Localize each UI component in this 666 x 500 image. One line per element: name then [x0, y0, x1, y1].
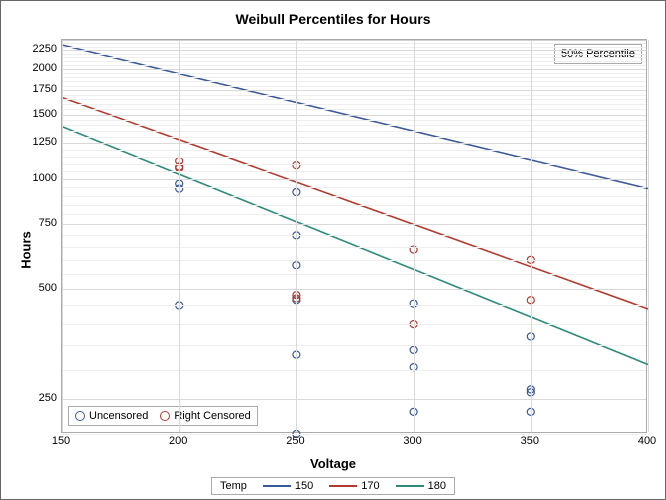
x-tick: 250	[286, 435, 304, 447]
point-legend: Uncensored Right Censored	[68, 406, 258, 426]
x-axis-ticks: 150200250300350400	[61, 435, 647, 449]
series-line	[62, 45, 648, 189]
x-tick: 300	[403, 435, 421, 447]
legend-item: Uncensored	[75, 410, 148, 422]
legend-item: Right Censored	[160, 410, 250, 422]
legend-title: Temp	[220, 480, 247, 492]
line-legend: Temp 150 170 180	[211, 477, 455, 495]
x-tick: 200	[169, 435, 187, 447]
legend-item: 150	[261, 480, 313, 492]
chart-title: Weibull Percentiles for Hours	[1, 1, 665, 27]
y-axis-ticks: 250 500 750 1000 1250 1500 1750 2000 2250	[21, 39, 57, 433]
x-tick: 150	[52, 435, 70, 447]
legend-item: 170	[327, 480, 379, 492]
legend-swatch	[75, 411, 85, 421]
legend-item: 180	[394, 480, 446, 492]
y-tick: 1500	[21, 108, 57, 120]
x-axis-label: Voltage	[310, 456, 356, 471]
series-line	[62, 98, 648, 309]
y-tick: 500	[21, 282, 57, 294]
y-tick: 2250	[21, 43, 57, 55]
y-tick: 250	[21, 392, 57, 404]
y-tick: 1000	[21, 172, 57, 184]
y-tick: 2000	[21, 62, 57, 74]
chart-container: Weibull Percentiles for Hours Hours 2505…	[0, 0, 666, 500]
legend-line	[329, 485, 357, 487]
series-line	[62, 127, 648, 365]
legend-line	[396, 485, 424, 487]
y-tick: 1750	[21, 83, 57, 95]
legend-swatch	[160, 411, 170, 421]
y-tick: 750	[21, 217, 57, 229]
x-tick: 400	[638, 435, 656, 447]
legend-line	[263, 485, 291, 487]
y-tick: 1250	[21, 136, 57, 148]
plot-area: 50% Percentile UncensoredRight Censored	[61, 39, 647, 433]
x-tick: 350	[521, 435, 539, 447]
